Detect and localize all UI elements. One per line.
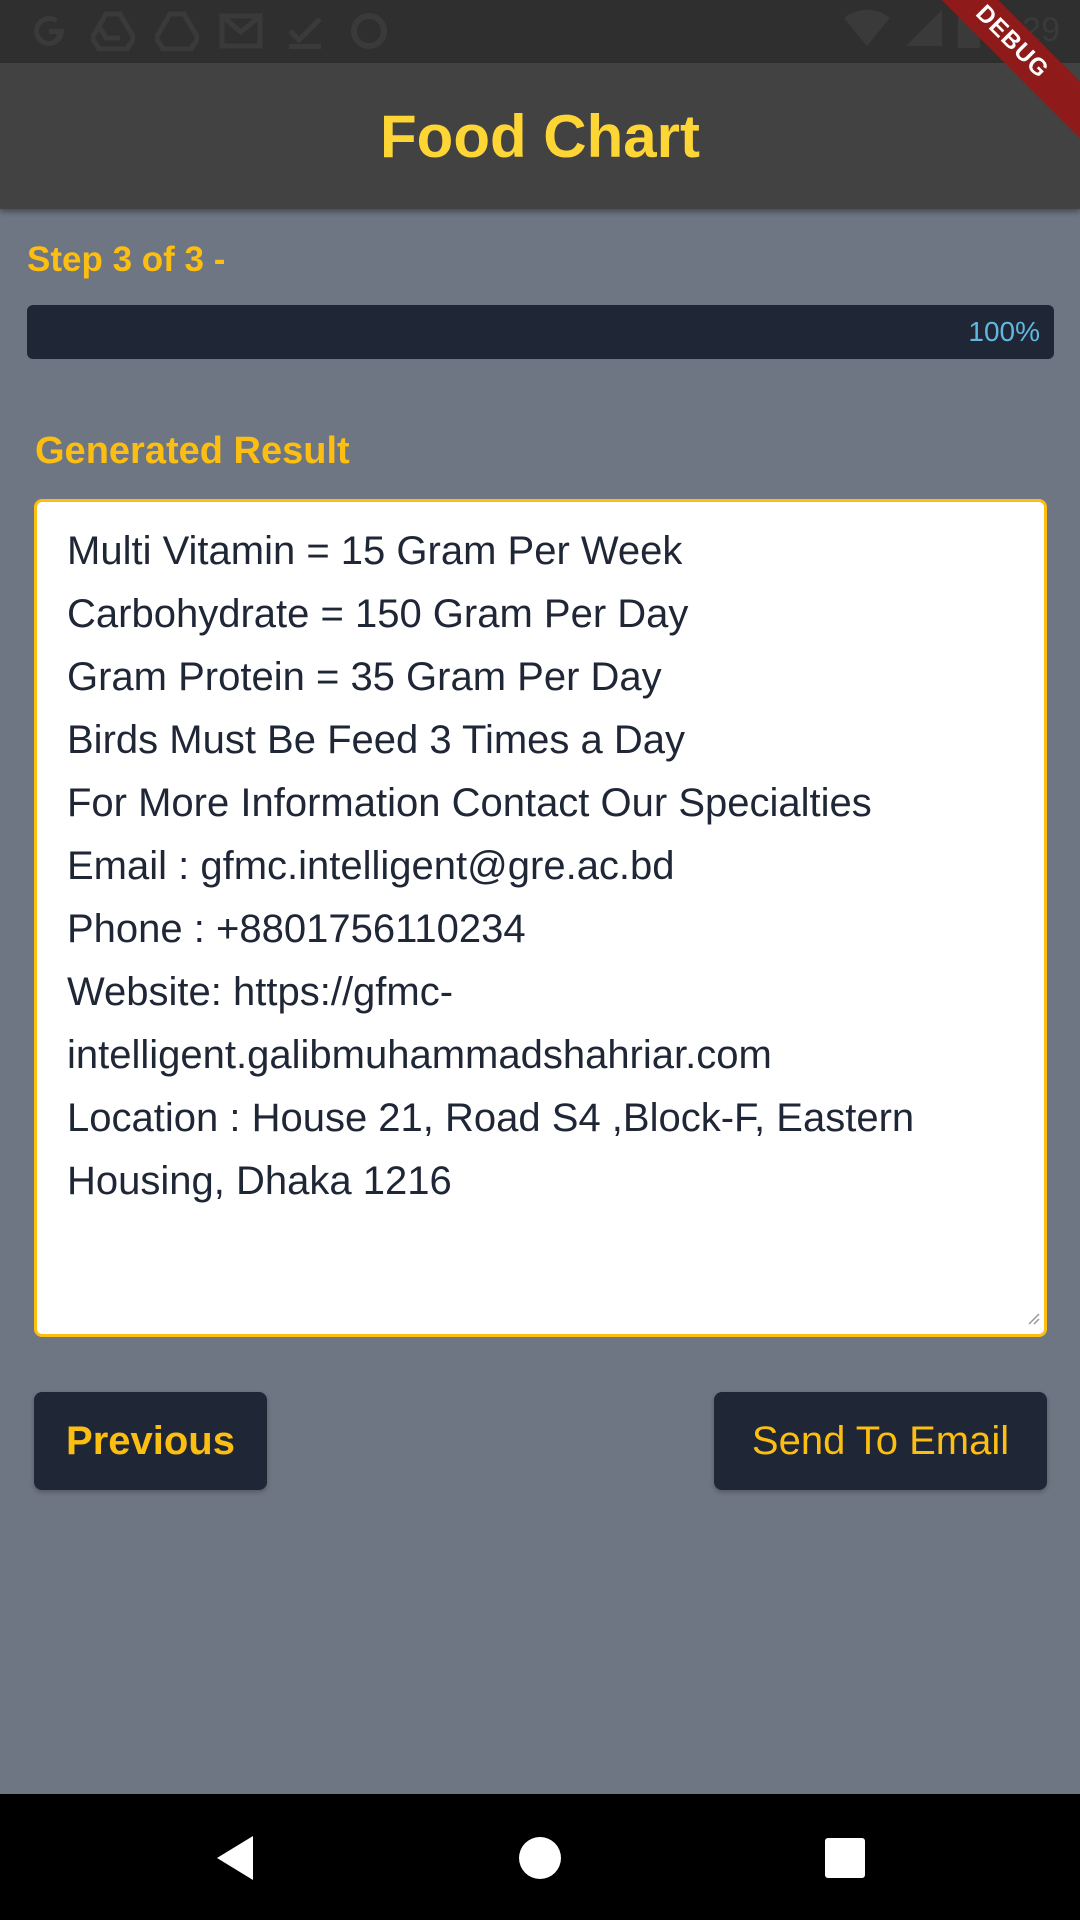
result-line: Email : gfmc.intelligent@gre.ac.bd	[67, 844, 675, 888]
drive-icon	[90, 8, 136, 54]
result-line: Phone : +8801756110234	[67, 907, 526, 951]
result-line: For More Information Contact Our Special…	[67, 781, 872, 825]
progress-fill	[27, 305, 1054, 359]
resize-grip-icon[interactable]	[1026, 1311, 1040, 1330]
send-to-email-button[interactable]: Send To Email	[714, 1392, 1047, 1490]
wifi-icon	[843, 8, 890, 53]
result-line: Birds Must Be Feed 3 Times a Day	[67, 718, 686, 762]
google-icon	[26, 8, 72, 54]
recents-icon[interactable]	[815, 1828, 875, 1888]
circle-icon	[346, 8, 392, 54]
result-line: Website: https://gfmc-	[67, 970, 454, 1014]
result-line: Multi Vitamin = 15 Gram Per Week	[67, 529, 683, 573]
result-line: Carbohydrate = 150 Gram Per Day	[67, 592, 689, 636]
previous-button[interactable]: Previous	[34, 1392, 267, 1490]
result-line: intelligent.galibmuhammadshahriar.com	[67, 1033, 772, 1077]
result-line: Location : House 21, Road S4 ,Block-F, E…	[67, 1096, 915, 1140]
notification-icons	[26, 8, 392, 54]
home-icon[interactable]	[510, 1828, 570, 1888]
result-line: Housing, Dhaka 1216	[67, 1159, 452, 1203]
result-textarea[interactable]: Multi Vitamin = 15 Gram Per Week Carbohy…	[34, 499, 1047, 1337]
step-label: Step 3 of 3 -	[27, 240, 226, 279]
page-title: Food Chart	[380, 102, 700, 170]
result-title: Generated Result	[35, 430, 350, 472]
app-bar: Food Chart	[0, 63, 1080, 209]
status-bar: 2:29	[0, 0, 1080, 63]
signal-icon	[904, 8, 944, 53]
drive-icon	[154, 8, 200, 54]
check-icon	[282, 8, 328, 54]
back-icon[interactable]	[205, 1828, 265, 1888]
progress-percent: 100%	[968, 316, 1040, 347]
gmail-icon	[218, 8, 264, 54]
result-line: Gram Protein = 35 Gram Per Day	[67, 655, 662, 699]
progress-bar: 100%	[27, 305, 1054, 359]
navigation-bar	[0, 1794, 1080, 1920]
